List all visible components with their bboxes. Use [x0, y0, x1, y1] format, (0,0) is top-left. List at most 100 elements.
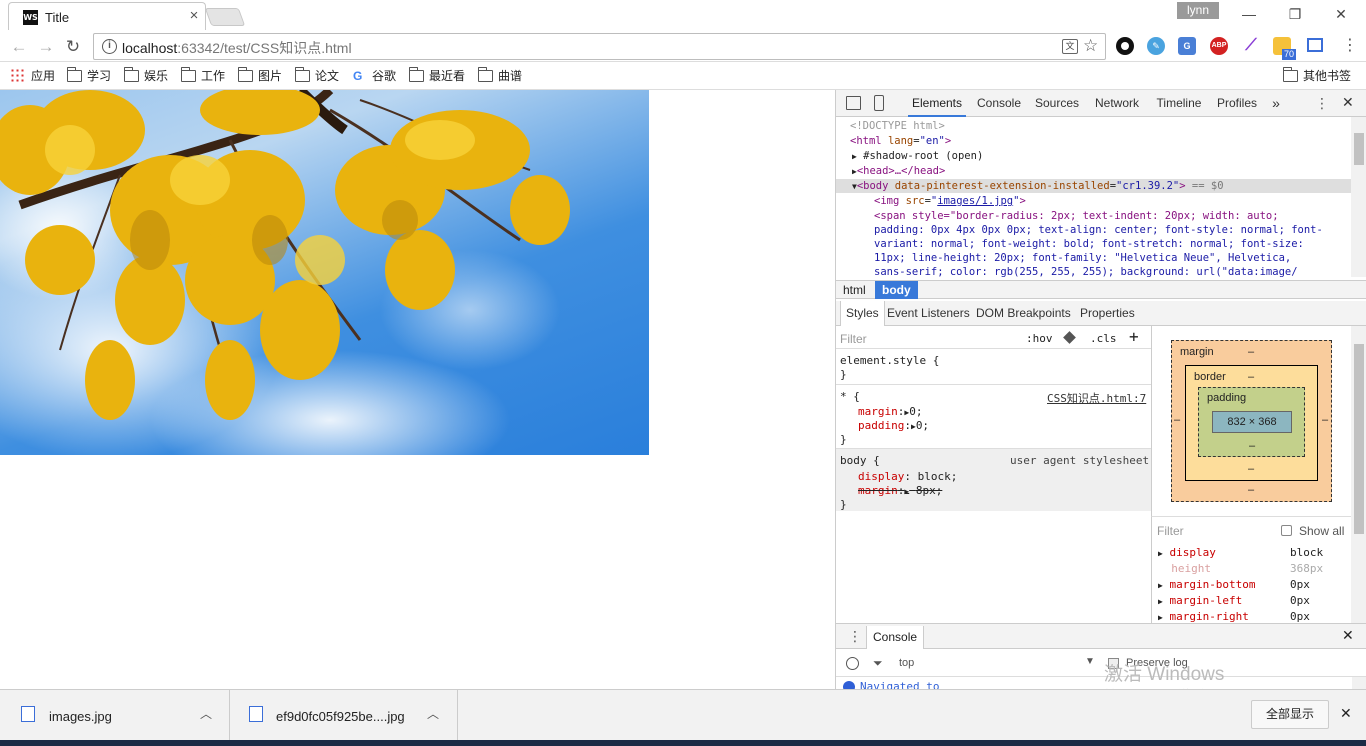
tab-profiles[interactable]: Profiles	[1214, 90, 1260, 117]
tab-timeline[interactable]: Timeline	[1152, 90, 1206, 117]
tab-console[interactable]: Console	[972, 90, 1026, 117]
drawer-close-icon[interactable]: ✕	[1342, 627, 1354, 644]
dom-span-line[interactable]: <span style="border-radius: 2px; text-in…	[836, 209, 1351, 223]
drawer-tab-console[interactable]: Console	[866, 626, 925, 649]
context-dropdown-icon[interactable]: ▼	[1085, 656, 1095, 667]
extension-quill-icon[interactable]: ⟋	[1242, 37, 1260, 55]
breadcrumb-body[interactable]: body	[875, 281, 918, 299]
bookmark-folder-work[interactable]: 工作	[180, 67, 225, 85]
show-all-checkbox[interactable]	[1281, 525, 1292, 536]
cls-toggle[interactable]: .cls	[1090, 332, 1117, 345]
restore-button[interactable]: ❐	[1272, 0, 1318, 28]
computed-row[interactable]: ▶ margin-bottom 0px	[1158, 578, 1348, 591]
window-close-button[interactable]: ✕	[1318, 0, 1364, 28]
css-declaration[interactable]: padding:▶0;	[858, 419, 929, 432]
back-arrow-icon[interactable]: ←	[8, 36, 30, 58]
close-shelf-icon[interactable]: ✕	[1340, 705, 1352, 722]
bookmark-folder-study[interactable]: 学习	[66, 67, 111, 85]
subtab-styles[interactable]: Styles	[840, 301, 885, 326]
extension-circle-icon[interactable]	[1116, 37, 1134, 55]
tab-sources[interactable]: Sources	[1032, 90, 1082, 117]
dom-head-node[interactable]: ▶<head>…</head>	[836, 164, 1351, 178]
bookmark-folder-recent[interactable]: 最近看	[408, 67, 465, 85]
translate-icon[interactable]: 文	[1062, 39, 1078, 54]
reload-icon[interactable]: ↻	[62, 36, 84, 58]
sidebar-scrollbar[interactable]	[1351, 326, 1366, 623]
bookmark-folder-entertainment[interactable]: 娱乐	[123, 67, 168, 85]
tab-elements[interactable]: Elements	[908, 90, 966, 117]
dom-shadow-root[interactable]: ▶ #shadow-root (open)	[836, 149, 1351, 163]
download-item[interactable]: images.jpg ︿	[0, 690, 230, 741]
chevron-up-icon[interactable]: ︿	[427, 705, 439, 722]
url-text[interactable]: localhost:63342/test/CSS知识点.html	[122, 38, 352, 58]
hov-toggle[interactable]: :hov	[1026, 332, 1053, 345]
clear-console-icon[interactable]	[846, 657, 859, 670]
expand-triangle-icon[interactable]: ▶	[852, 152, 857, 161]
devtools-close-icon[interactable]: ✕	[1342, 94, 1354, 111]
bookmark-folder-images[interactable]: 图片	[237, 67, 282, 85]
new-rule-button[interactable]: +	[1129, 327, 1139, 346]
css-declaration[interactable]: margin:▶0;	[858, 405, 922, 418]
dom-scrollbar[interactable]	[1351, 117, 1366, 277]
filter-funnel-icon[interactable]: ⏷	[873, 656, 883, 671]
dom-img-node[interactable]: <img src="images/1.jpg">	[836, 194, 1351, 208]
computed-filter-input[interactable]: Filter	[1157, 524, 1184, 538]
computed-row[interactable]: ▶ margin-left 0px	[1158, 594, 1348, 607]
rule-source-link[interactable]: CSS知识点.html:7	[1047, 390, 1146, 406]
device-mode-icon[interactable]	[874, 95, 884, 111]
dom-body-node-selected[interactable]: ▼<body data-pinterest-extension-installe…	[836, 179, 1351, 193]
cast-icon[interactable]	[1307, 38, 1323, 52]
address-bar[interactable]: i localhost:63342/test/CSS知识点.html 文 ☆	[93, 33, 1106, 60]
computed-row[interactable]: ▶ margin-right 0px	[1158, 610, 1348, 623]
forward-arrow-icon[interactable]: →	[35, 36, 57, 58]
tab-close-icon[interactable]: ×	[185, 7, 203, 25]
dom-span-line[interactable]: variant: normal; font-weight: bold; font…	[836, 237, 1351, 251]
dom-span-line[interactable]: 11px; line-height: 20px; font-family: "H…	[836, 251, 1351, 265]
inspect-element-icon[interactable]	[846, 96, 861, 110]
more-tabs-button[interactable]: »	[1268, 90, 1284, 117]
body-selector[interactable]: body {	[840, 454, 880, 467]
info-icon[interactable]: i	[102, 39, 117, 54]
styles-filter-input[interactable]: Filter	[840, 332, 867, 346]
dom-html-node[interactable]: <html lang="en">	[836, 134, 1351, 148]
dom-doctype[interactable]: <!DOCTYPE html>	[836, 119, 1351, 133]
box-padding[interactable]: padding – 832 × 368	[1198, 387, 1305, 457]
new-tab-button[interactable]	[204, 8, 246, 26]
sidebar-scrollbar-thumb[interactable]	[1354, 344, 1364, 534]
extension-feather-icon[interactable]: ✎	[1147, 37, 1165, 55]
download-item[interactable]: ef9d0fc05f925be....jpg ︿	[230, 690, 458, 741]
box-content-size[interactable]: 832 × 368	[1212, 411, 1292, 433]
dom-span-line[interactable]: padding: 0px 4px 0px 0px; text-align: ce…	[836, 223, 1351, 237]
star-selector[interactable]: * {	[840, 390, 860, 403]
box-margin[interactable]: margin – – – – border – – padding – 832 …	[1171, 340, 1332, 502]
dom-img-src-link[interactable]: images/1.jpg	[937, 195, 1013, 207]
breadcrumb-html[interactable]: html	[836, 281, 873, 299]
drawer-menu-icon[interactable]: ⋮	[848, 628, 862, 645]
bookmark-apps[interactable]: 应用	[11, 67, 55, 85]
tab-network[interactable]: Network	[1090, 90, 1144, 117]
color-format-icon[interactable]	[1063, 331, 1076, 344]
subtab-properties[interactable]: Properties	[1075, 301, 1140, 326]
subtab-dom-breakpoints[interactable]: DOM Breakpoints	[971, 301, 1076, 326]
computed-row[interactable]: ▶ display block	[1158, 546, 1348, 559]
element-style-rule[interactable]: element.style {	[840, 354, 939, 367]
profile-badge[interactable]: lynn	[1177, 2, 1219, 19]
box-border[interactable]: border – – padding – 832 × 368	[1185, 365, 1318, 481]
bookmark-folder-scores[interactable]: 曲谱	[477, 67, 522, 85]
minimize-button[interactable]: —	[1226, 0, 1272, 28]
chevron-up-icon[interactable]: ︿	[200, 705, 212, 722]
devtools-menu-icon[interactable]: ⋮	[1315, 95, 1329, 112]
browser-tab[interactable]: WS Title ×	[8, 2, 206, 30]
dom-scrollbar-thumb[interactable]	[1354, 133, 1364, 165]
bookmark-folder-other[interactable]: 其他书签	[1282, 67, 1351, 85]
dom-span-line[interactable]: sans-serif; color: rgb(255, 255, 255); b…	[836, 265, 1351, 277]
bookmark-star-icon[interactable]: ☆	[1083, 36, 1098, 56]
computed-row[interactable]: ▶ height368px	[1158, 562, 1348, 575]
google-translate-icon[interactable]: G	[1178, 37, 1196, 55]
subtab-event-listeners[interactable]: Event Listeners	[882, 301, 975, 326]
adblock-icon[interactable]: ABP	[1210, 37, 1228, 55]
bookmark-folder-papers[interactable]: 论文	[294, 67, 339, 85]
menu-dots-icon[interactable]: ⋮	[1342, 35, 1358, 55]
show-all-downloads-button[interactable]: 全部显示	[1251, 700, 1329, 729]
context-selector[interactable]: top	[899, 657, 914, 669]
